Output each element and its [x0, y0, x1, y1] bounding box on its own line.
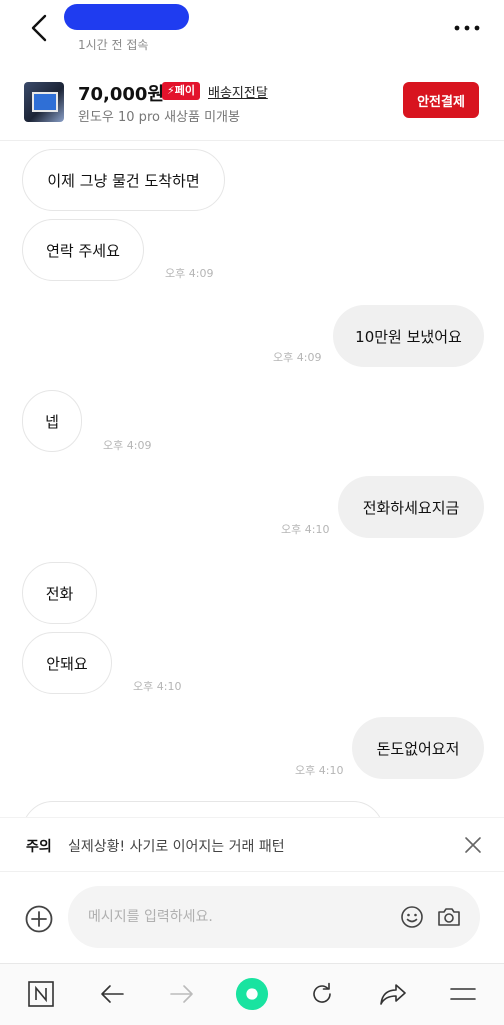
browser-refresh-button[interactable] [305, 977, 339, 1011]
back-button[interactable] [22, 10, 56, 46]
refresh-icon [313, 982, 331, 1003]
message-bubble-incoming: 이제 그냥 물건 도착하면 [22, 149, 225, 211]
product-price: 70,000원 [78, 84, 165, 105]
home-dot-icon [235, 977, 269, 1011]
message-bubble-incoming: 넵 [22, 390, 82, 452]
emoji-button[interactable] [400, 905, 424, 929]
pay-badge: ⚡페이 [162, 82, 200, 100]
message-bubble-incoming: 연락 주세요 [22, 219, 144, 281]
safe-pay-button[interactable]: 안전결제 [403, 82, 479, 118]
message-time: 오후 4:10 [295, 764, 344, 777]
message-bubble-outgoing: 10만원 보냈어요 [333, 305, 484, 367]
message-time: 오후 4:09 [165, 267, 214, 280]
share-icon [380, 984, 406, 1005]
forward-arrow-icon [170, 985, 193, 1003]
plus-circle-icon [25, 905, 53, 933]
shipping-link[interactable]: 배송지전달 [208, 82, 268, 101]
message-time: 오후 4:10 [281, 523, 330, 536]
message-bubble-outgoing: 전화하세요지금 [338, 476, 484, 538]
browser-home-button[interactable] [235, 977, 269, 1011]
message-time: 오후 4:09 [103, 439, 152, 452]
warning-label: 주의 [26, 839, 52, 855]
browser-back-button[interactable] [95, 977, 129, 1011]
fraud-warning-bar: 주의 실제상황! 사기로 이어지는 거래 패턴 [0, 817, 504, 872]
product-bar[interactable]: 70,000원 ⚡페이 배송지전달 윈도우 10 pro 새상품 미개봉 안전결… [0, 66, 504, 141]
product-title: 윈도우 10 pro 새상품 미개봉 [78, 110, 240, 125]
warning-text[interactable]: 실제상황! 사기로 이어지는 거래 패턴 [68, 836, 285, 856]
menu-icon [450, 988, 476, 1000]
message-time: 오후 4:09 [273, 351, 322, 364]
smiley-icon [401, 906, 423, 928]
close-warning-button[interactable] [462, 834, 484, 856]
camera-button[interactable] [436, 904, 462, 930]
more-horizontal-icon [454, 25, 480, 31]
back-arrow-icon [101, 985, 124, 1003]
browser-forward-button[interactable] [165, 977, 199, 1011]
naver-n-icon [28, 981, 54, 1007]
chevron-left-icon [31, 14, 47, 42]
message-bubble-outgoing: 돈도없어요저 [352, 717, 484, 779]
add-attachment-button[interactable] [24, 904, 54, 934]
close-icon [465, 837, 481, 853]
naver-home-button[interactable] [24, 977, 58, 1011]
message-time: 오후 4:10 [133, 680, 182, 693]
last-seen-status: 1시간 전 접속 [78, 38, 149, 52]
camera-icon [438, 908, 460, 926]
message-bubble-incoming: 안돼요 [22, 632, 112, 694]
product-thumbnail[interactable] [24, 82, 64, 122]
more-options-button[interactable] [450, 14, 484, 42]
redacted-username [64, 4, 189, 30]
message-bubble-incoming: 전화 [22, 562, 97, 624]
browser-share-button[interactable] [376, 977, 410, 1011]
browser-menu-button[interactable] [446, 977, 480, 1011]
